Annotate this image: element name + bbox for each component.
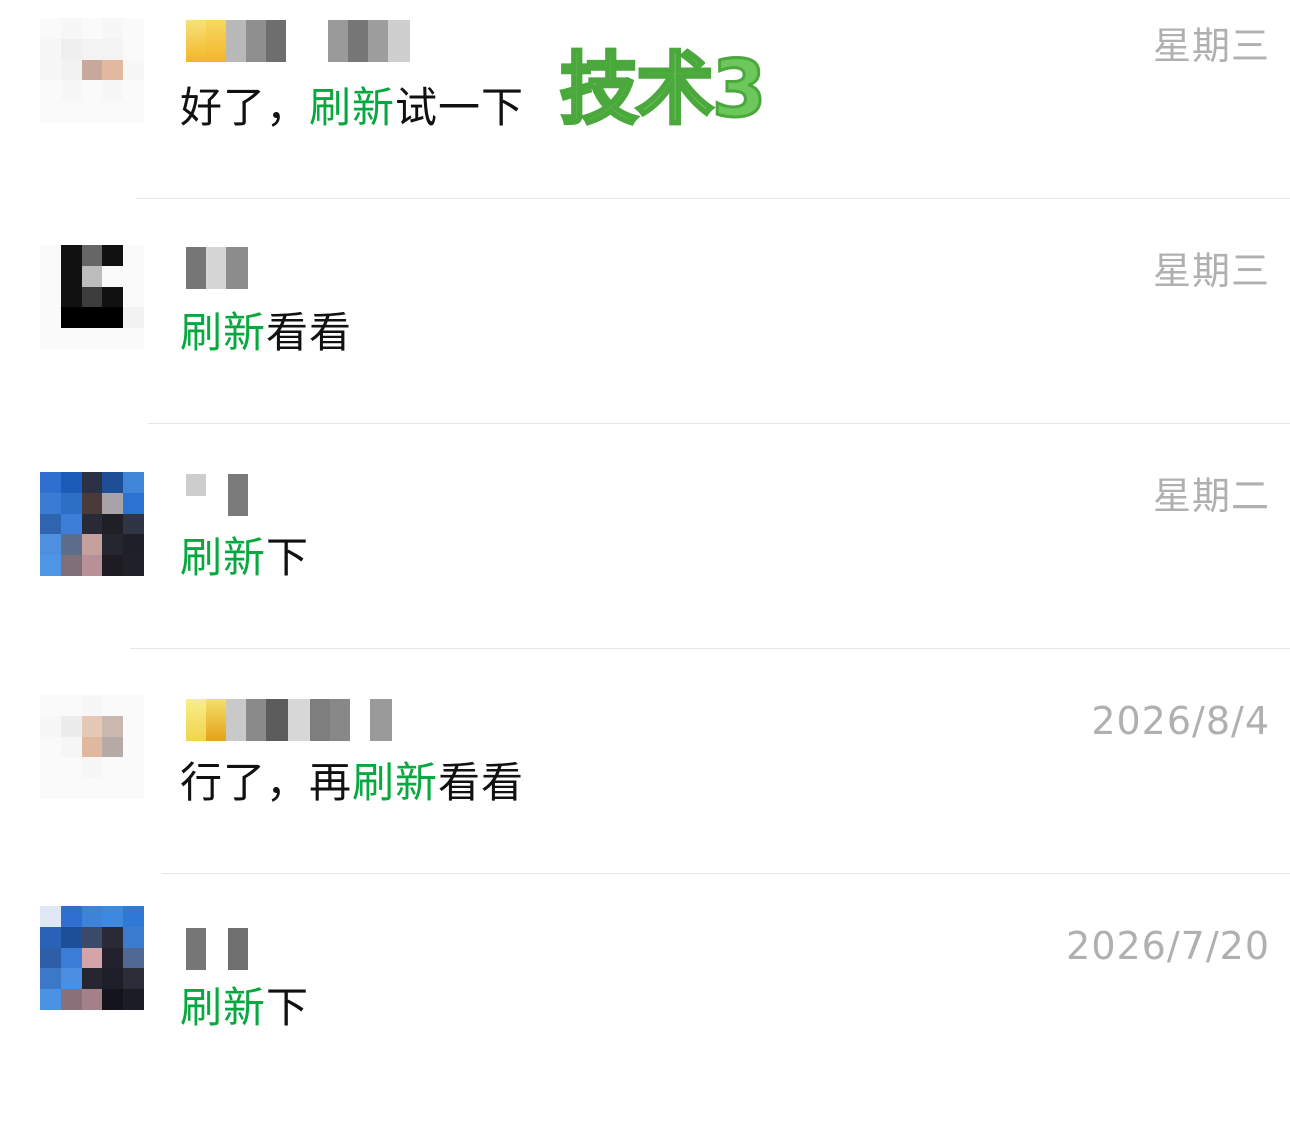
message-time: 2026/8/4 — [1091, 699, 1270, 743]
avatar[interactable] — [40, 245, 144, 349]
last-message: 刷新下 — [180, 534, 309, 582]
last-message: 行了，再刷新看看 — [180, 759, 524, 807]
divider — [148, 423, 1290, 424]
message-keyword: 刷新 — [180, 983, 267, 1032]
message-text: 看看 — [438, 758, 525, 807]
last-message: 好了，刷新试一下 — [180, 84, 524, 132]
message-keyword: 刷新 — [180, 533, 267, 582]
message-text: 试一下 — [395, 83, 525, 132]
message-text: 好了， — [180, 83, 310, 132]
chat-row[interactable]: 刷新看看 星期三 — [0, 225, 1290, 450]
divider — [162, 873, 1290, 874]
message-text: 看看 — [266, 308, 353, 357]
message-text: 行了，再 — [180, 758, 353, 807]
contact-name-redacted — [186, 20, 410, 62]
message-time: 2026/7/20 — [1066, 924, 1270, 968]
chat-row[interactable]: 行了，再刷新看看 2026/8/4 — [0, 675, 1290, 900]
divider — [130, 648, 1290, 649]
message-time: 星期三 — [1152, 24, 1270, 68]
watermark-stamp: 技术3 — [558, 44, 767, 137]
avatar[interactable] — [40, 695, 144, 799]
avatar[interactable] — [40, 472, 144, 576]
message-time: 星期二 — [1152, 474, 1270, 518]
chat-row[interactable]: 刷新下 星期二 — [0, 450, 1290, 675]
message-text: 下 — [266, 533, 310, 582]
message-keyword: 刷新 — [309, 83, 396, 132]
message-keyword: 刷新 — [180, 308, 267, 357]
chat-row[interactable]: 刷新下 2026/7/20 — [0, 900, 1290, 1125]
contact-name-redacted — [186, 928, 248, 970]
message-keyword: 刷新 — [352, 758, 439, 807]
divider — [136, 198, 1290, 199]
contact-name-redacted — [186, 474, 248, 516]
message-time: 星期三 — [1152, 249, 1270, 293]
contact-name-redacted — [186, 699, 392, 741]
last-message: 刷新下 — [180, 984, 309, 1032]
contact-name-redacted — [186, 247, 248, 289]
last-message: 刷新看看 — [180, 309, 352, 357]
chat-list: 好了，刷新试一下 星期三 技术3 刷新看看 星期三 刷新下 星期二 行了，再刷新… — [0, 0, 1290, 1092]
avatar[interactable] — [40, 18, 144, 122]
message-text: 下 — [266, 983, 310, 1032]
avatar[interactable] — [40, 906, 144, 1010]
